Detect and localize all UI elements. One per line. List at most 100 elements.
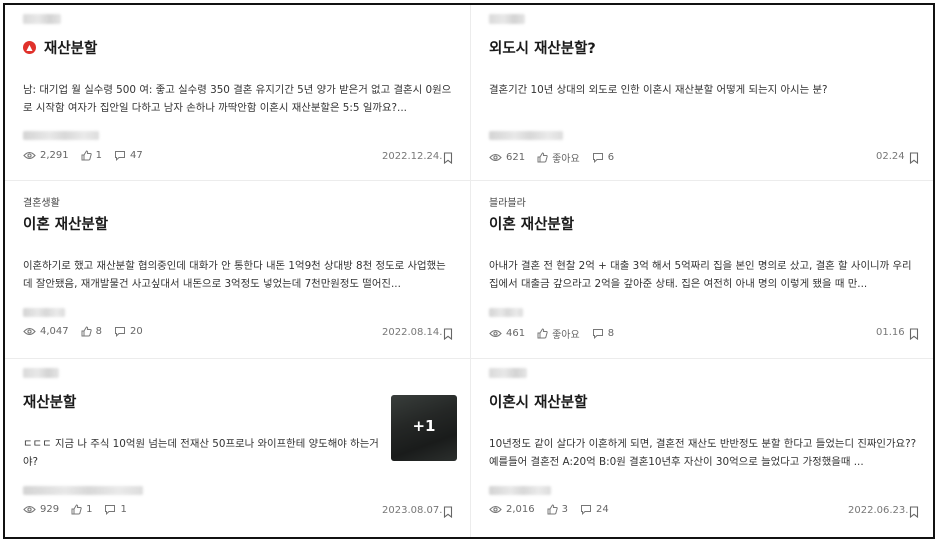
post-excerpt[interactable]: 아내가 결혼 전 현찰 2억 + 대출 3억 해서 5억짜리 집을 본인 명의로…: [489, 257, 921, 293]
comments-count: 47: [130, 150, 143, 161]
comments-count: 1: [120, 504, 127, 515]
comments-stat[interactable]: 24: [580, 504, 609, 515]
comment-bubble-icon: [592, 329, 603, 339]
bookmark-icon[interactable]: [909, 152, 919, 164]
post-excerpt[interactable]: ㄷㄷㄷ 지금 나 주식 10억원 넘는데 전재산 50프로나 와이프한테 양도해…: [23, 435, 385, 471]
post-card[interactable]: 블라블라 이혼 재산분할 아내가 결혼 전 현찰 2억 + 대출 3억 해서 5…: [471, 181, 933, 359]
comment-bubble-icon: [592, 153, 603, 163]
post-title-text[interactable]: 재산분할: [23, 391, 76, 412]
post-stats: 4,047 8 20: [23, 326, 143, 337]
post-stats: 461 좋아요 8: [489, 326, 614, 341]
eye-icon: [23, 505, 36, 514]
thumbs-up-icon: [537, 152, 548, 163]
likes-stat[interactable]: 좋아요: [537, 326, 580, 341]
comments-count: 24: [596, 504, 609, 515]
more-images-count: +1: [412, 417, 436, 435]
post-excerpt[interactable]: 남: 대기업 월 실수령 500 여: 좋고 실수령 350 결혼 유지기간 5…: [23, 81, 455, 117]
views-stat: 621: [489, 152, 525, 163]
post-title[interactable]: 이혼 재산분할: [23, 213, 108, 234]
views-stat: 4,047: [23, 326, 69, 337]
blurred-author: [489, 308, 523, 317]
post-stats: 929 1 1: [23, 504, 127, 515]
blurred-author: [489, 486, 551, 495]
bookmark-icon[interactable]: [443, 506, 453, 518]
post-stats: 2,016 3 24: [489, 504, 609, 515]
post-title-text[interactable]: 이혼 재산분할: [23, 213, 108, 234]
blurred-source-label: [489, 368, 527, 378]
post-category[interactable]: 블라블라: [489, 194, 526, 209]
blurred-author: [23, 486, 143, 495]
post-title[interactable]: ▲ 재산분할: [23, 37, 97, 58]
bookmark-icon[interactable]: [443, 328, 453, 340]
likes-count: 8: [95, 326, 103, 337]
post-title[interactable]: 외도시 재산분할?: [489, 37, 596, 58]
blurred-author: [23, 308, 65, 317]
thumbs-up-icon: [81, 150, 92, 161]
search-results-frame: ▲ 재산분할 남: 대기업 월 실수령 500 여: 좋고 실수령 350 결혼…: [3, 3, 935, 539]
post-title-text[interactable]: 이혼 재산분할: [489, 213, 574, 234]
post-title[interactable]: 이혼시 재산분할: [489, 391, 587, 412]
thumbs-up-icon: [71, 504, 82, 515]
thumbs-up-icon: [537, 328, 548, 339]
comment-bubble-icon: [105, 505, 116, 515]
post-title-text[interactable]: 재산분할: [44, 37, 97, 58]
blurred-source-label: [23, 14, 61, 24]
views-stat: 929: [23, 504, 59, 515]
red-circle-icon: ▲: [23, 41, 36, 54]
comments-stat[interactable]: 20: [114, 326, 143, 337]
likes-count: 1: [86, 504, 93, 515]
post-title[interactable]: 이혼 재산분할: [489, 213, 574, 234]
post-stats: 2,291 1 47: [23, 150, 143, 161]
post-excerpt[interactable]: 10년정도 같이 살다가 이혼하게 되면, 결혼전 재산도 반반정도 분할 한다…: [489, 435, 921, 471]
bookmark-icon[interactable]: [909, 506, 919, 518]
blurred-author: [489, 131, 563, 140]
comment-bubble-icon: [115, 327, 126, 337]
bookmark-icon[interactable]: [909, 328, 919, 340]
post-date: 2022.08.14.: [382, 327, 443, 338]
views-count: 929: [40, 504, 60, 515]
comments-count: 20: [130, 326, 143, 337]
post-card[interactable]: 외도시 재산분할? 결혼기간 10년 상대의 외도로 인한 이혼시 재산분할 어…: [471, 5, 933, 181]
views-count: 4,047: [40, 326, 69, 337]
post-category[interactable]: 결혼생활: [23, 194, 60, 209]
views-stat: 2,291: [23, 150, 69, 161]
likes-count: 1: [95, 150, 103, 161]
likes-stat[interactable]: 1: [81, 150, 102, 161]
comment-bubble-icon: [581, 505, 592, 515]
comments-stat[interactable]: 8: [592, 328, 614, 339]
post-card[interactable]: 이혼시 재산분할 10년정도 같이 살다가 이혼하게 되면, 결혼전 재산도 반…: [471, 359, 933, 537]
blurred-source-label: [489, 14, 525, 24]
views-stat: 461: [489, 328, 525, 339]
post-card[interactable]: ▲ 재산분할 남: 대기업 월 실수령 500 여: 좋고 실수령 350 결혼…: [5, 5, 471, 181]
blurred-author: [23, 131, 99, 140]
likes-stat[interactable]: 좋아요: [537, 150, 580, 165]
eye-icon: [23, 327, 36, 336]
post-title-text[interactable]: 외도시 재산분할?: [489, 37, 596, 58]
comments-stat[interactable]: 6: [592, 152, 614, 163]
likes-stat[interactable]: 8: [81, 326, 102, 337]
post-title-text[interactable]: 이혼시 재산분할: [489, 391, 587, 412]
bookmark-icon[interactable]: [443, 152, 453, 164]
comments-count: 6: [607, 152, 615, 163]
comments-count: 8: [607, 328, 615, 339]
post-excerpt[interactable]: 이혼하기로 했고 재산분할 협의중인데 대화가 안 통한다 내돈 1억9천 상대…: [23, 257, 455, 293]
views-count: 621: [506, 152, 526, 163]
post-excerpt[interactable]: 결혼기간 10년 상대의 외도로 인한 이혼시 재산분할 어떻게 되는지 아시는…: [489, 81, 921, 99]
thumbs-up-icon: [547, 504, 558, 515]
comments-stat[interactable]: 47: [114, 150, 143, 161]
likes-stat[interactable]: 3: [547, 504, 568, 515]
post-date: 2022.12.24.: [382, 151, 443, 162]
post-grid: ▲ 재산분할 남: 대기업 월 실수령 500 여: 좋고 실수령 350 결혼…: [5, 5, 933, 537]
post-title[interactable]: 재산분할: [23, 391, 76, 412]
views-count: 2,016: [506, 504, 535, 515]
post-thumbnail[interactable]: +1: [391, 395, 457, 461]
blurred-source-label: [23, 368, 59, 378]
comments-stat[interactable]: 1: [104, 504, 127, 515]
views-stat: 2,016: [489, 504, 535, 515]
eye-icon: [489, 329, 502, 338]
post-date: 2023.08.07.: [382, 505, 443, 516]
likes-stat[interactable]: 1: [71, 504, 92, 515]
post-card[interactable]: 결혼생활 이혼 재산분할 이혼하기로 했고 재산분할 협의중인데 대화가 안 통…: [5, 181, 471, 359]
views-count: 2,291: [40, 150, 69, 161]
likes-label: 좋아요: [552, 330, 580, 341]
